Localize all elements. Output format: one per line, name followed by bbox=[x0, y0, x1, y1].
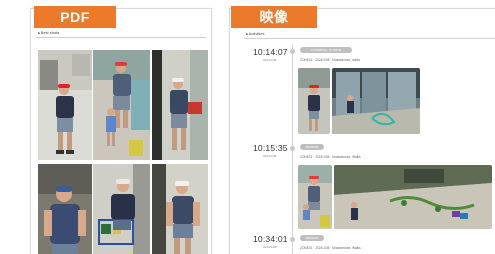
event-date: 2024/1/08 bbox=[263, 245, 277, 249]
event-meta: ZONE01 · 2024/1/08 · Mustachioed, Walks bbox=[300, 246, 361, 250]
activities-divider bbox=[244, 38, 495, 39]
event-date: 2024/1/08 bbox=[263, 154, 277, 158]
pdf-tag: PDF bbox=[34, 6, 116, 28]
pdf-thumbnail[interactable] bbox=[93, 50, 150, 160]
pdf-thumbnail[interactable] bbox=[38, 164, 92, 254]
pdf-divider bbox=[36, 37, 206, 38]
event-thumbnail-person[interactable] bbox=[298, 165, 332, 229]
pdf-section-header: Best shots bbox=[38, 30, 60, 35]
event-thumbnail-person[interactable] bbox=[298, 68, 330, 134]
event-time: 10:15:35 bbox=[253, 143, 288, 153]
pdf-thumbnail[interactable] bbox=[152, 164, 208, 254]
event-thumbnail-scene[interactable] bbox=[332, 68, 420, 134]
event-time: 10:34:01 bbox=[253, 234, 288, 244]
timeline-dot bbox=[290, 146, 295, 151]
event-time: 10:14:07 bbox=[253, 47, 288, 57]
pdf-thumbnail[interactable] bbox=[152, 50, 208, 160]
pdf-thumbnail[interactable] bbox=[93, 164, 150, 254]
timeline-dot bbox=[290, 237, 295, 242]
video-tag: 映像 bbox=[231, 6, 317, 28]
timeline-dot bbox=[290, 49, 295, 54]
event-date: 2024/1/08 bbox=[263, 58, 277, 62]
event-meta: ZONE01 · 2024/1/08 · Mustachioed, walks bbox=[300, 58, 361, 62]
event-thumbnail-scene[interactable] bbox=[334, 165, 492, 229]
activities-section-label: Activities bbox=[246, 31, 265, 36]
event-type-badge: PERSON bbox=[300, 144, 324, 150]
comparison-stage: PDF Best shots bbox=[0, 0, 495, 254]
event-meta: ZONE01 · 2024/1/08 · Mustachioed, Walks bbox=[300, 155, 361, 159]
pdf-thumbnail[interactable] bbox=[38, 50, 92, 160]
event-type-badge: LOITERING / IN ZONE bbox=[300, 47, 352, 53]
event-type-badge: PERSON bbox=[300, 235, 324, 241]
